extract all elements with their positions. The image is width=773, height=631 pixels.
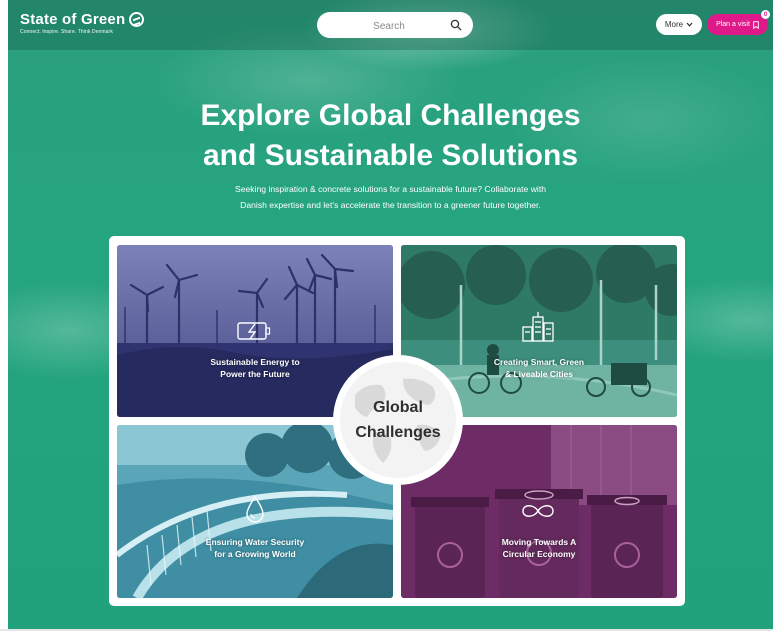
search-input[interactable]: [327, 12, 451, 40]
hero-subtitle: Seeking inspiration & concrete solutions…: [208, 181, 573, 213]
infinity-loop-icon: [522, 505, 554, 517]
water-drop-icon: [246, 495, 264, 523]
tile-label: Creating Smart, Green & Liveable Cities: [493, 357, 585, 379]
plan-visit-label: Plan a visit: [716, 21, 750, 28]
tile-label: Moving Towards A Circular Economy: [501, 537, 577, 559]
battery-charge-icon: [237, 322, 271, 340]
tile-label: Sustainable Energy to Power the Future: [210, 357, 300, 379]
logo-mark-icon: [129, 12, 145, 27]
search-box[interactable]: [317, 12, 473, 40]
logo-tagline: Connect. Inspire. Share. Think Denmark: [20, 29, 113, 35]
plan-visit-button[interactable]: Plan a visit 0: [707, 10, 770, 35]
global-challenges-badge[interactable]: Global Challenges: [333, 355, 463, 485]
tile-label: Ensuring Water Security for a Growing Wo…: [205, 537, 305, 559]
global-challenges-label: Global Challenges: [355, 399, 441, 441]
logo-title: State of Green: [20, 11, 126, 28]
bookmark-icon: [753, 20, 759, 29]
hero-subtitle-line-2: Danish expertise and let's accelerate th…: [240, 200, 541, 210]
top-navigation-bar: State of Green Connect. Inspire. Share. …: [8, 0, 773, 50]
page-background: State of Green Connect. Inspire. Share. …: [8, 0, 773, 631]
more-button-label: More: [664, 20, 684, 29]
search-icon[interactable]: [450, 19, 462, 31]
more-menu-button[interactable]: More: [656, 14, 702, 35]
hero-title-line-1: Explore Global Challenges: [200, 99, 581, 132]
chevron-down-icon: [686, 22, 693, 27]
hero-title: Explore Global Challenges and Sustainabl…: [8, 96, 773, 176]
site-logo[interactable]: State of Green Connect. Inspire. Share. …: [20, 11, 145, 35]
hero-subtitle-line-1: Seeking inspiration & concrete solutions…: [235, 184, 546, 194]
hero-title-line-2: and Sustainable Solutions: [202, 139, 579, 172]
plan-visit-count-badge: 0: [761, 10, 770, 19]
city-buildings-icon: [522, 312, 554, 342]
